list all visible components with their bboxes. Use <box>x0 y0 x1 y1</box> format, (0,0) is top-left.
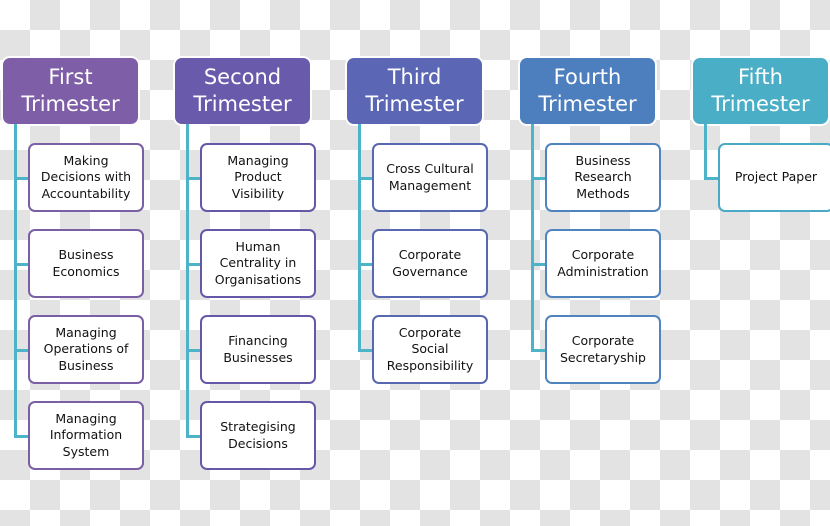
course-box: Corporate Social Responsibility <box>372 315 488 384</box>
course-box: Cross Cultural Management <box>372 143 488 212</box>
trimester-header-line: Trimester <box>21 92 120 116</box>
connector-line <box>358 124 361 352</box>
trimester-column: Fifth Trimester Project Paper <box>693 0 830 526</box>
trimester-header: Fourth Trimester <box>520 58 655 124</box>
course-box: Managing Operations of Business <box>28 315 144 384</box>
course-label: Human Centrality in Organisations <box>214 238 302 287</box>
course-label: Managing Information System <box>49 410 123 459</box>
course-box: Managing Product Visibility <box>200 143 316 212</box>
course-label: Cross Cultural Management <box>386 161 474 193</box>
connector-line <box>14 124 17 438</box>
course-label: Corporate Governance <box>392 247 468 279</box>
trimester-header-line: Second <box>203 65 282 89</box>
course-box: Managing Information System <box>28 401 144 470</box>
trimester-header-line: First <box>48 65 93 89</box>
course-box: Strategising Decisions <box>200 401 316 470</box>
trimester-header: Fifth Trimester <box>693 58 828 124</box>
course-label: Managing Product Visibility <box>227 152 289 201</box>
trimester-header: Third Trimester <box>347 58 482 124</box>
trimester-column: Third Trimester Cross Cultural Management C… <box>347 0 488 526</box>
trimester-column: First Trimester Making Decisions with Acco… <box>3 0 144 526</box>
course-label: Business Research Methods <box>574 152 632 201</box>
course-box: Financing Businesses <box>200 315 316 384</box>
trimester-header-line: Trimester <box>711 92 810 116</box>
connector-line <box>704 124 707 180</box>
course-box: Making Decisions with Accountability <box>28 143 144 212</box>
course-box: Corporate Secretaryship <box>545 315 661 384</box>
trimester-header-line: Third <box>387 65 442 89</box>
connector-line <box>531 124 534 352</box>
course-label: Corporate Administration <box>557 247 649 279</box>
course-label: Business Economics <box>52 247 120 279</box>
trimester-header: First Trimester <box>3 58 138 124</box>
connector-line <box>186 124 189 438</box>
course-label: Corporate Secretaryship <box>560 333 646 365</box>
course-label: Strategising Decisions <box>220 419 296 451</box>
trimester-header-line: Trimester <box>538 92 637 116</box>
trimester-header-line: Fourth <box>553 65 622 89</box>
course-box: Corporate Administration <box>545 229 661 298</box>
course-label: Project Paper <box>734 169 818 185</box>
course-box: Project Paper <box>718 143 830 212</box>
course-box: Corporate Governance <box>372 229 488 298</box>
course-box: Business Economics <box>28 229 144 298</box>
trimester-header: Second Trimester <box>175 58 310 124</box>
trimester-header-line: Trimester <box>365 92 464 116</box>
course-label: Financing Businesses <box>223 333 293 365</box>
course-box: Business Research Methods <box>545 143 661 212</box>
trimester-column: Fourth Trimester Business Research Methods… <box>520 0 661 526</box>
trimester-header-line: Trimester <box>193 92 292 116</box>
trimester-column: Second Trimester Managing Product Visibili… <box>175 0 316 526</box>
course-box: Human Centrality in Organisations <box>200 229 316 298</box>
trimester-header-line: Fifth <box>738 65 783 89</box>
course-label: Corporate Social Responsibility <box>386 324 474 373</box>
course-label: Making Decisions with Accountability <box>40 152 132 201</box>
course-label: Managing Operations of Business <box>43 324 129 373</box>
